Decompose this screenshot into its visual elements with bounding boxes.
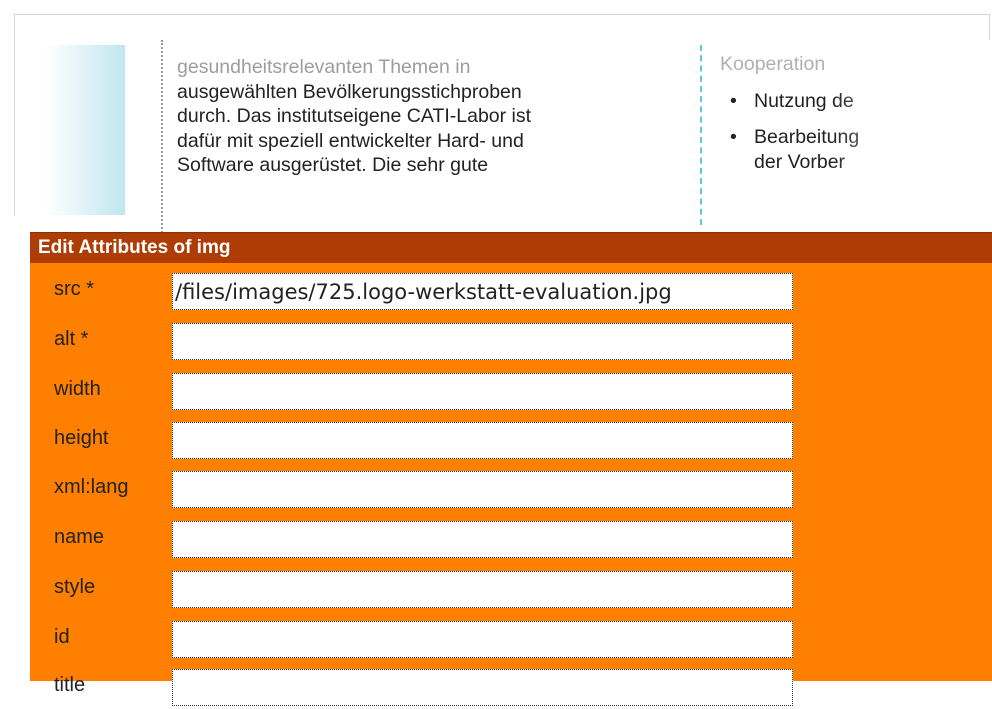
- xml-lang-input[interactable]: [172, 471, 793, 508]
- attribute-label-height: height: [54, 427, 109, 449]
- attribute-label-alt: alt *: [54, 328, 89, 350]
- right-column-heading: Kooperation: [720, 53, 826, 75]
- text-line: ausgewählten Bevölkerungsstichproben: [177, 80, 522, 103]
- src-input[interactable]: [172, 273, 793, 310]
- right-column-list: • Nutzung de • Bearbeitung der Vorber: [720, 89, 990, 175]
- list-item-text: Bearbeitung: [754, 126, 860, 148]
- attribute-label-id: id: [54, 626, 70, 648]
- attribute-label-name: name: [54, 526, 105, 548]
- attribute-label-xml-lang: xml:lang: [54, 476, 129, 498]
- attribute-label-width: width: [54, 378, 101, 400]
- list-item: • Bearbeitung der Vorber: [720, 125, 990, 174]
- text-line: gesundheitsrelevanten Themen in: [177, 56, 471, 78]
- bullet-icon: •: [730, 126, 737, 148]
- attribute-label-src: src *: [54, 278, 94, 300]
- attribute-label-style: style: [54, 576, 96, 598]
- column-separator: [700, 45, 702, 225]
- style-input[interactable]: [172, 571, 793, 608]
- id-input[interactable]: [172, 621, 793, 658]
- attribute-label-title: title: [54, 674, 86, 696]
- main-content-text: gesundheitsrelevanten Themen in ausgewäh…: [177, 55, 697, 178]
- text-line: dafür mit speziell entwickelter Hard- un…: [177, 129, 524, 152]
- left-gradient-strip: [45, 45, 125, 215]
- text-line: durch. Das institutseigene CATI-Labor is…: [177, 105, 532, 127]
- list-item-text: Nutzung de: [754, 89, 854, 112]
- list-item-text-continued: der Vorber: [754, 150, 846, 173]
- height-input[interactable]: [172, 422, 793, 459]
- text-line: Software ausgerüstet. Die sehr gute: [177, 154, 489, 176]
- title-input[interactable]: [172, 669, 793, 706]
- name-input[interactable]: [172, 521, 793, 558]
- dialog-title: Edit Attributes of img: [30, 233, 992, 263]
- alt-input[interactable]: [172, 323, 793, 360]
- list-item: • Nutzung de: [720, 89, 990, 114]
- width-input[interactable]: [172, 373, 793, 410]
- dotted-separator: [161, 40, 163, 240]
- bullet-icon: •: [730, 89, 737, 112]
- right-column: Kooperation • Nutzung de • Bearbeitung d…: [720, 52, 990, 222]
- edit-attributes-dialog: Edit Attributes of img src * alt * width…: [30, 232, 992, 706]
